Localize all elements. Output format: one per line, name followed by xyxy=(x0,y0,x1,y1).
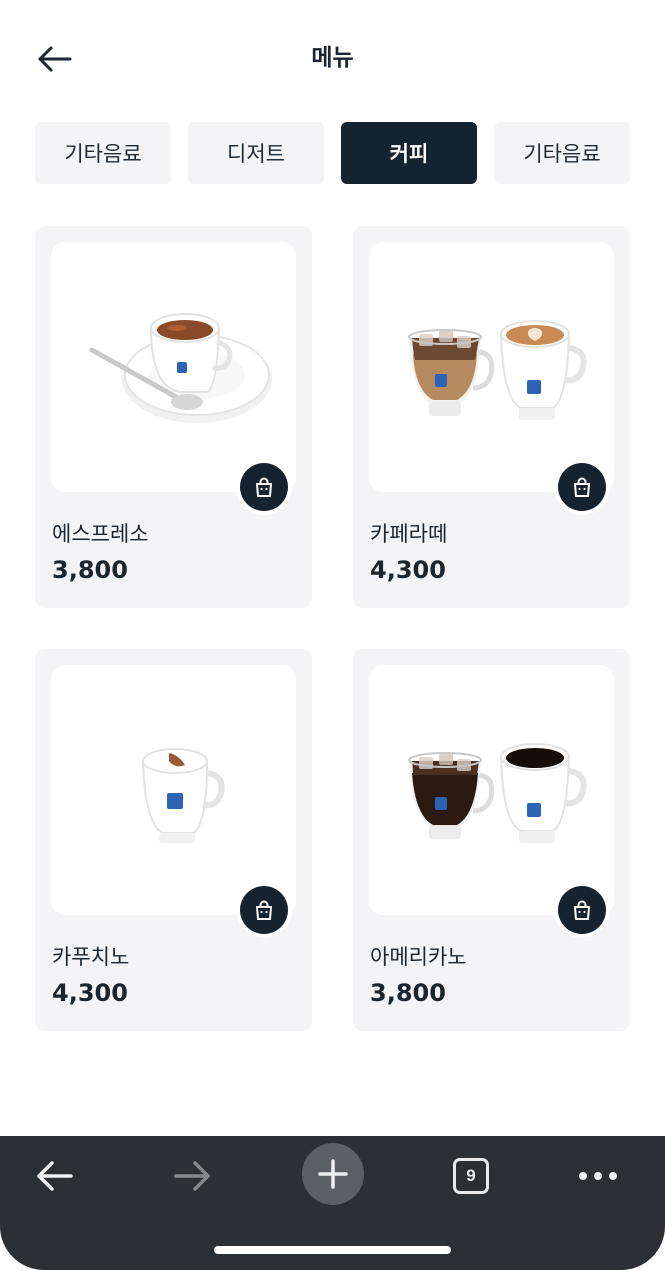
add-to-cart-button[interactable] xyxy=(554,882,610,938)
tab-switcher-button[interactable]: 9 xyxy=(441,1146,501,1206)
tab-count-badge: 9 xyxy=(453,1158,489,1194)
espresso-cup-image xyxy=(89,313,272,423)
shopping-bag-icon xyxy=(256,477,272,497)
add-to-cart-button[interactable] xyxy=(554,459,610,515)
tab-coffee[interactable]: 커피 xyxy=(341,122,477,184)
cafe-latte-cups-image xyxy=(408,320,587,420)
shopping-bag-icon xyxy=(256,900,272,920)
product-image-americano xyxy=(369,665,614,915)
home-indicator xyxy=(214,1246,451,1254)
product-price: 3,800 xyxy=(370,979,446,1007)
product-card-americano[interactable]: 아메리카노 3,800 xyxy=(353,649,630,1031)
product-name: 카푸치노 xyxy=(52,945,130,969)
tab-dessert[interactable]: 디저트 xyxy=(188,122,324,184)
more-horizontal-icon xyxy=(579,1172,617,1180)
product-image-espresso xyxy=(51,242,296,492)
add-to-cart-button[interactable] xyxy=(236,459,292,515)
browser-toolbar: 9 xyxy=(0,1136,665,1270)
cappuccino-cup-image xyxy=(141,748,225,843)
more-options-button[interactable] xyxy=(568,1146,628,1206)
product-price: 4,300 xyxy=(52,979,128,1007)
product-price: 4,300 xyxy=(370,556,446,584)
arrow-right-icon xyxy=(174,1161,210,1191)
new-tab-button[interactable] xyxy=(302,1143,364,1205)
add-to-cart-button[interactable] xyxy=(236,882,292,938)
plus-icon xyxy=(318,1159,348,1189)
shopping-bag-icon xyxy=(574,477,590,497)
product-price: 3,800 xyxy=(52,556,128,584)
product-card-cafe-latte[interactable]: 카페라떼 4,300 xyxy=(353,226,630,608)
product-card-espresso[interactable]: 에스프레소 3,800 xyxy=(35,226,312,608)
product-image-cafe-latte xyxy=(369,242,614,492)
product-name: 에스프레소 xyxy=(52,522,149,546)
product-name: 카페라떼 xyxy=(370,522,448,546)
product-card-cappuccino[interactable]: 카푸치노 4,300 xyxy=(35,649,312,1031)
americano-cups-image xyxy=(408,743,587,843)
app-header: 메뉴 xyxy=(0,0,665,115)
category-tabs: 기타음료 디저트 커피 기타음료 xyxy=(35,122,631,184)
product-name: 아메리카노 xyxy=(370,945,467,969)
tab-other-drinks-2[interactable]: 기타음료 xyxy=(494,122,630,184)
browser-forward-button[interactable] xyxy=(163,1146,223,1206)
browser-back-button[interactable] xyxy=(24,1146,84,1206)
tab-other-drinks[interactable]: 기타음료 xyxy=(35,122,171,184)
page-title: 메뉴 xyxy=(311,45,354,71)
shopping-bag-icon xyxy=(574,900,590,920)
arrow-left-icon xyxy=(37,1161,73,1191)
product-image-cappuccino xyxy=(51,665,296,915)
